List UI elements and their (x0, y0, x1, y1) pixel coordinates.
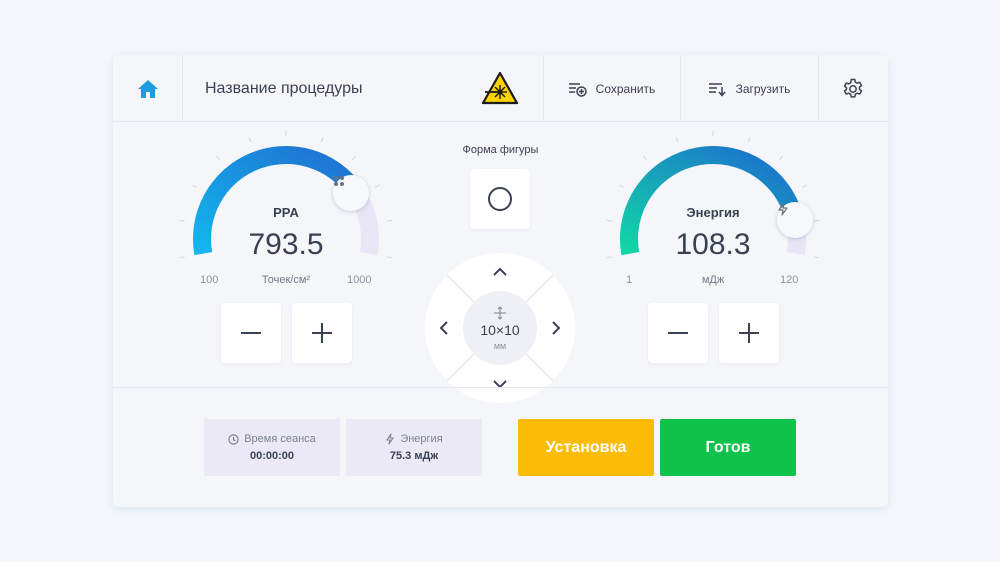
size-display: 10×10 мм (463, 291, 537, 365)
chevron-right-icon (552, 321, 561, 335)
size-up-button[interactable] (485, 257, 515, 287)
gauge-tick (216, 155, 221, 161)
gauge-tick (387, 219, 393, 222)
gauge-tick (778, 155, 783, 161)
size-unit: мм (493, 340, 507, 351)
dots-grid-icon (334, 176, 344, 186)
minus-icon (241, 332, 261, 334)
setup-button[interactable]: Установка (518, 419, 654, 476)
chevron-left-icon (439, 321, 448, 335)
ppa-decrease-button[interactable] (221, 303, 281, 363)
ppa-knob[interactable] (333, 175, 369, 211)
gear-icon (843, 78, 863, 98)
energy-min: 1 (626, 274, 633, 286)
ppa-label: PPA (273, 205, 299, 220)
energy-decrease-button[interactable] (648, 303, 708, 363)
load-list-icon (708, 82, 726, 97)
session-time-label: Время сеанса (244, 433, 316, 445)
size-down-button[interactable] (485, 369, 515, 399)
gauge-tick (351, 155, 356, 161)
ppa-gauge: PPA 793.5 Точек/см² 100 1000 (166, 131, 406, 301)
procedure-title: Название процедуры (205, 80, 363, 97)
gauge-tick (747, 137, 751, 143)
energy-knob[interactable] (777, 202, 813, 238)
gauge-tick (374, 184, 380, 189)
chevron-up-icon (493, 267, 507, 276)
energy-gauge: Энергия 108.3 мДж 1 120 (593, 131, 833, 301)
control-panel: Название процедуры Сохранить Загрузить P… (113, 55, 888, 507)
size-dpad: 10×10 мм (425, 253, 575, 403)
energy-status-value: 75.3 мДж (389, 450, 439, 462)
ppa-increase-button[interactable] (292, 303, 352, 363)
resize-icon (494, 305, 506, 320)
gauge-tick (643, 155, 648, 161)
session-time-value: 00:00:00 (249, 450, 295, 462)
minus-icon (668, 332, 688, 334)
shape-label: Форма фигуры (462, 144, 539, 156)
lightning-icon (386, 433, 394, 445)
save-label: Сохранить (595, 81, 656, 96)
circle-icon (488, 187, 512, 211)
home-button[interactable] (113, 55, 182, 122)
gauge-tick (814, 219, 820, 222)
gauge-tick (192, 184, 198, 189)
gauge-tick (248, 137, 252, 143)
load-label: Загрузить (735, 81, 791, 96)
gauge-tick (179, 219, 185, 222)
settings-button[interactable] (818, 55, 888, 122)
session-time-box: Время сеанса 00:00:00 (204, 419, 340, 476)
energy-max: 120 (780, 274, 799, 286)
section-divider (113, 387, 888, 388)
gauge-tick (675, 137, 679, 143)
gauge-tick (606, 219, 612, 222)
energy-status-box: Энергия 75.3 мДж (346, 419, 482, 476)
energy-increase-button[interactable] (719, 303, 779, 363)
save-list-icon (568, 82, 587, 97)
header-bar: Название процедуры Сохранить Загрузить (113, 55, 888, 122)
ppa-max: 1000 (347, 274, 372, 286)
size-right-button[interactable] (541, 313, 571, 343)
gauge-tick (619, 184, 625, 189)
save-button[interactable]: Сохранить (543, 55, 680, 122)
size-left-button[interactable] (429, 313, 459, 343)
plus-icon (312, 323, 332, 343)
clock-icon (228, 433, 239, 445)
laser-warning-icon (481, 71, 519, 105)
home-icon (137, 79, 158, 98)
lightning-icon (778, 202, 788, 216)
energy-status-label: Энергия (400, 433, 443, 445)
ppa-min: 100 (200, 274, 219, 286)
ppa-value: 793.5 (248, 228, 324, 261)
gauge-tick (801, 184, 807, 189)
plus-icon (739, 323, 759, 343)
shape-button[interactable] (470, 169, 530, 229)
size-value: 10×10 (480, 321, 520, 338)
gauge-tick (320, 137, 324, 143)
ready-button[interactable]: Готов (660, 419, 796, 476)
load-button[interactable]: Загрузить (680, 55, 818, 122)
